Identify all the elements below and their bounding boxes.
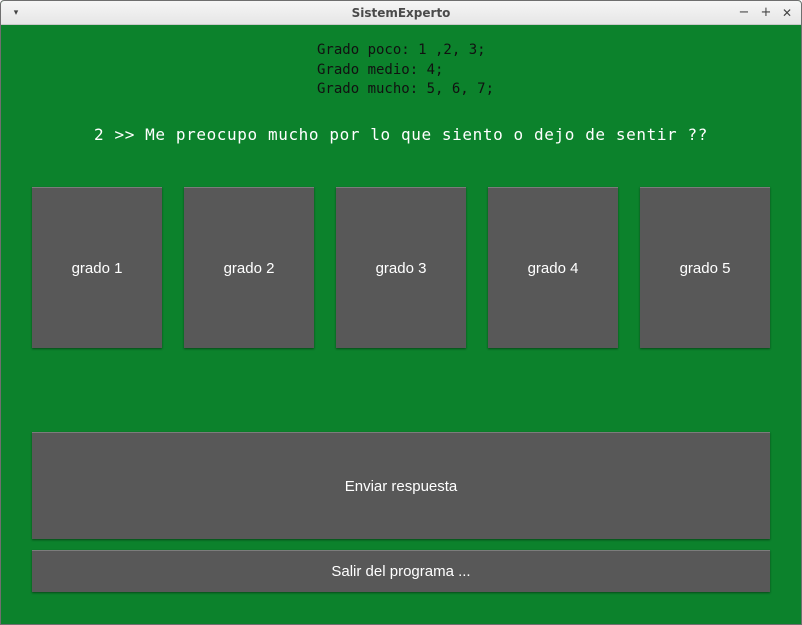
grade-scale-legend: Grado poco: 1 ,2, 3; Grado medio: 4; Grado… xyxy=(317,41,494,100)
grade-5-button[interactable]: grado 5 xyxy=(640,187,770,348)
send-answer-button[interactable]: Enviar respuesta xyxy=(32,432,770,539)
minimize-icon[interactable]: − xyxy=(735,4,753,22)
grade-1-button[interactable]: grado 1 xyxy=(32,187,162,348)
main-content: Grado poco: 1 ,2, 3; Grado medio: 4; Grado… xyxy=(1,25,801,624)
title-bar: ▾ SistemExperto − + ✕ xyxy=(1,1,801,25)
question-text: 2 >> Me preocupo mucho por lo que siento… xyxy=(94,125,708,144)
exit-program-button[interactable]: Salir del programa ... xyxy=(32,550,770,592)
grade-2-button[interactable]: grado 2 xyxy=(184,187,314,348)
scale-line-mucho: Grado mucho: 5, 6, 7; xyxy=(317,81,495,97)
scale-line-poco: Grado poco: 1 ,2, 3; xyxy=(317,42,486,58)
maximize-icon[interactable]: + xyxy=(757,4,775,22)
grade-3-button[interactable]: grado 3 xyxy=(336,187,466,348)
app-window: ▾ SistemExperto − + ✕ Grado poco: 1 ,2, … xyxy=(0,0,802,625)
window-title: SistemExperto xyxy=(351,6,451,20)
close-icon[interactable]: ✕ xyxy=(778,4,796,22)
scale-line-medio: Grado medio: 4; xyxy=(317,61,444,78)
grade-4-button[interactable]: grado 4 xyxy=(488,187,618,348)
